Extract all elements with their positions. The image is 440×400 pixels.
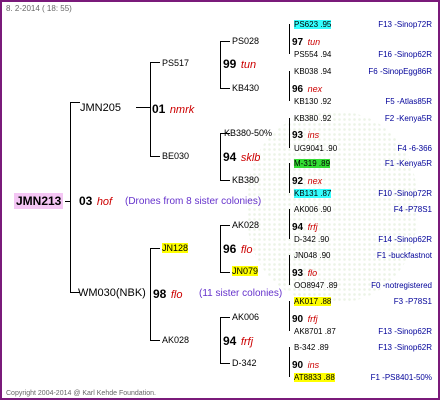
connector-l2 [289,71,290,101]
leaf-id[interactable]: D-342 .90 [294,234,329,245]
leaf-id[interactable]: M-319 .89 [294,158,331,169]
gen-jn128: 96 flo [223,242,253,257]
connector-ak006 [220,317,230,318]
connector-d342 [220,363,230,364]
leaf-source: F4 -6-366 [397,144,432,153]
leaf-id[interactable]: UG9041 .90 [294,143,337,154]
leaf-id[interactable]: AK006 .90 [294,204,331,215]
header-timestamp: 8. 2-2014 ( 18: 55) [6,4,72,13]
node-jn128[interactable]: JN128 [162,242,189,255]
gen-kb380: 92 nex [292,176,323,187]
node-ps028[interactable]: PS028 [232,35,259,48]
connector-kb380 [220,180,230,181]
connector-jn079 [220,272,230,273]
node-d342[interactable]: D-342 [232,357,257,370]
mid-note: (11 sister colonies) [199,288,283,299]
root-note: (Drones from 8 sister colonies) [125,196,262,207]
leaf-source: F4 -P78S1 [393,205,432,214]
node-kb430[interactable]: KB430 [232,82,259,95]
connector-be030-children [220,133,221,180]
leaf-id[interactable]: KB130 .92 [294,96,331,107]
node-ak006[interactable]: AK006 [232,311,259,324]
root-name: JMN213 [14,193,64,209]
background-watermark [247,112,417,302]
leaf-source: F10 -Sinop72R [378,189,432,198]
leaf-id[interactable]: AK017 .88 [294,296,332,307]
leaf-source: F13 -Sinop72R [378,20,432,29]
node-kb380-50[interactable]: KB380-50% [224,127,272,140]
node-ps517[interactable]: PS517 [162,57,189,70]
leaf-source: F1 -PS8401-50% [370,373,432,382]
connector-jn128 [150,248,160,249]
leaf-source: F3 -P78S1 [393,297,432,306]
gen-ak028b: 94 frfj [292,222,318,233]
gen-kb380-50: 93 ins [292,130,320,141]
connector-ak028-children [220,317,221,364]
connector-root [70,102,71,292]
root-generation: 03 hof [79,194,113,209]
connector-l7 [289,301,290,331]
gen-jn079: 93 flo [292,268,318,279]
node-wm030[interactable]: WM030(NBK) [78,287,146,300]
leaf-source: F16 -Sinop62R [378,50,432,59]
footer-copyright: Copyright 2004-2014 @ Karl Kehde Foundat… [6,390,156,397]
node-ak028[interactable]: AK028 [162,334,189,347]
connector-jmn205-h [136,107,151,108]
leaf-source: F5 -Atlas85R [385,97,432,106]
node-be030[interactable]: BE030 [162,150,189,163]
gen-ak006: 90 frfj [292,314,318,325]
gen-kb430: 96 nex [292,84,323,95]
connector-wm030-children [150,248,151,340]
connector-ak028 [150,340,160,341]
gen-ps028: 97 tun [292,37,321,48]
node-ak028b[interactable]: AK028 [232,219,259,232]
gen-be030: 94 sklb [223,150,261,165]
leaf-source: F0 -notregistered [371,281,432,290]
connector-jn128-children [220,225,221,272]
connector-root-h [65,201,71,202]
gen-ak028: 94 frfj [223,334,254,349]
node-jn079[interactable]: JN079 [232,265,259,278]
root-node[interactable]: JMN213 [14,193,64,209]
connector-l1 [289,24,290,54]
connector-ps028 [220,41,230,42]
gen-d342: 90 ins [292,360,320,371]
node-kb380[interactable]: KB380 [232,174,259,187]
connector-jmn205 [70,102,80,103]
connector-l4 [289,163,290,193]
node-jmn205[interactable]: JMN205 [80,102,121,115]
gen-jmn205: 01 nmrk [152,102,195,117]
leaf-source: F13 -Sinop62R [378,343,432,352]
leaf-id[interactable]: AK8701 .87 [294,326,336,337]
connector-ps517-children [220,41,221,88]
leaf-id[interactable]: PS554 .94 [294,49,331,60]
connector-l6 [289,255,290,285]
leaf-id[interactable]: KB131 .87 [294,188,332,199]
connector-be030 [150,156,160,157]
connector-l8 [289,347,290,377]
leaf-source: F1 -Kenya5R [384,159,432,168]
connector-ps517 [150,62,160,63]
leaf-source: F1 -buckfastnot [376,251,432,260]
leaf-id[interactable]: KB038 .94 [294,66,331,77]
leaf-source: F14 -Sinop62R [378,235,432,244]
leaf-id[interactable]: PS623 .95 [294,19,332,30]
connector-ak028b [220,225,230,226]
connector-l3 [289,118,290,148]
leaf-id[interactable]: B-342 .89 [294,342,329,353]
leaf-id[interactable]: JN048 .90 [294,250,330,261]
leaf-id[interactable]: KB380 .92 [294,113,331,124]
leaf-source: F13 -Sinop62R [378,327,432,336]
gen-wm030: 98 flo [153,287,183,302]
connector-l5 [289,209,290,239]
pedigree-chart: 8. 2-2014 ( 18: 55) JMN213 03 hof (Drone… [0,0,440,400]
leaf-source: F2 -Kenya5R [384,114,432,123]
leaf-source: F6 -SinopEgg86R [368,67,432,76]
leaf-id[interactable]: OO8947 .89 [294,280,338,291]
leaf-id[interactable]: AT8833 .88 [294,372,335,383]
gen-ps517: 99 tun [223,57,257,72]
connector-jmn205-children [150,62,151,157]
connector-kb430 [220,88,230,89]
